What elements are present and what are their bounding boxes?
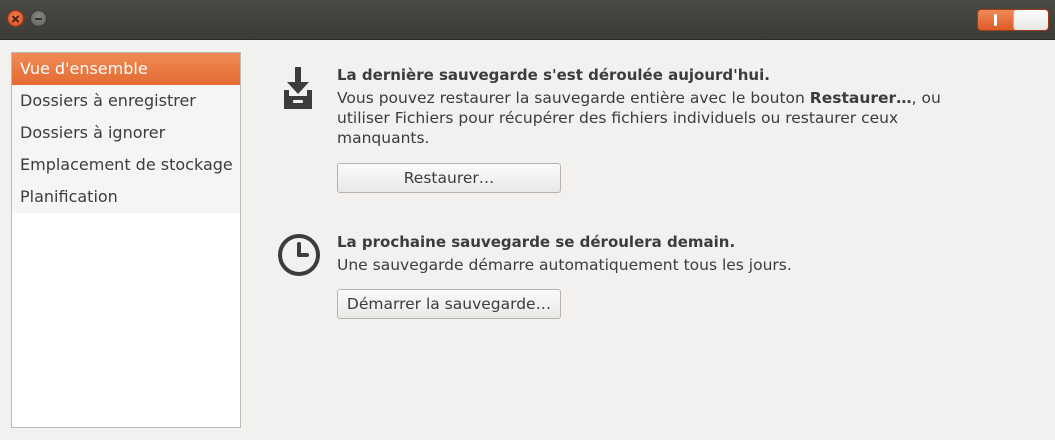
sidebar-item-overview[interactable]: Vue d'ensemble: [12, 53, 240, 85]
sidebar-item-scheduling[interactable]: Planification: [12, 181, 240, 213]
restore-button[interactable]: Restaurer…: [337, 163, 561, 193]
last-backup-heading: La dernière sauvegarde s'est déroulée au…: [337, 66, 770, 84]
sidebar: Vue d'ensemble Dossiers à enregistrer Do…: [11, 52, 241, 428]
next-backup-description: Une sauvegarde démarre automatiquement t…: [337, 256, 792, 274]
last-backup-description: Vous pouvez restaurer la sauvegarde enti…: [337, 88, 977, 148]
next-backup-section: La prochaine sauvegarde se déroulera dem…: [275, 233, 1035, 323]
sidebar-item-folders-to-save[interactable]: Dossiers à enregistrer: [12, 85, 240, 117]
backup-toggle-switch[interactable]: [977, 9, 1049, 31]
download-tray-icon: [284, 67, 312, 109]
titlebar: [0, 0, 1055, 40]
last-backup-desc-text: Vous pouvez restaurer la sauvegarde enti…: [337, 89, 810, 107]
sidebar-item-storage-location[interactable]: Emplacement de stockage: [12, 149, 240, 181]
toggle-knob[interactable]: [1013, 10, 1048, 30]
minimize-icon[interactable]: [30, 10, 47, 27]
clock-icon: [278, 234, 320, 276]
toggle-on-mark: [994, 14, 997, 26]
sidebar-item-folders-to-ignore[interactable]: Dossiers à ignorer: [12, 117, 240, 149]
start-backup-button[interactable]: Démarrer la sauvegarde…: [337, 289, 561, 319]
last-backup-section: La dernière sauvegarde s'est déroulée au…: [275, 66, 1035, 196]
next-backup-heading: La prochaine sauvegarde se déroulera dem…: [337, 233, 736, 251]
close-icon[interactable]: [7, 10, 24, 27]
last-backup-desc-bold: Restaurer…: [809, 89, 912, 107]
deja-dup-window: Vue d'ensemble Dossiers à enregistrer Do…: [0, 0, 1055, 440]
